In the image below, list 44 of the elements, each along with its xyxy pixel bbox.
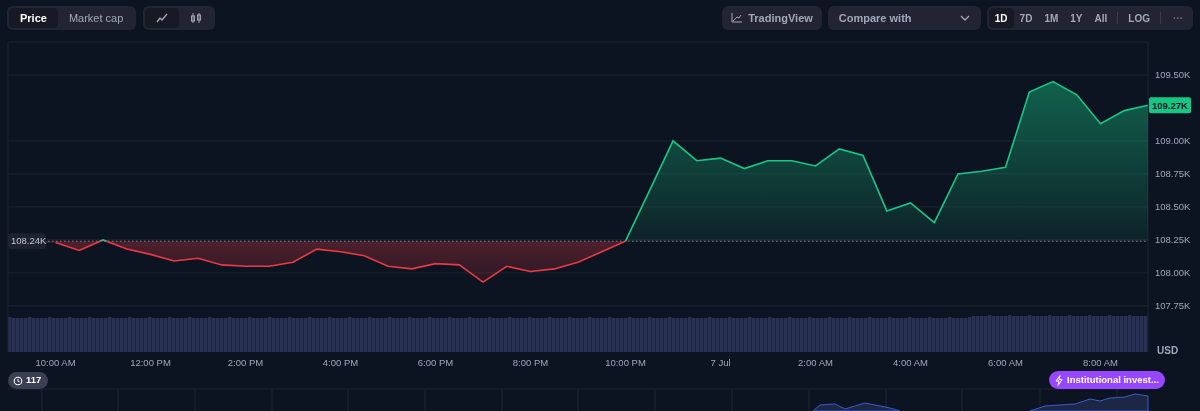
series-tab[interactable]: Price <box>9 8 58 28</box>
range-tab[interactable]: 1D <box>988 8 1014 28</box>
chevron-down-icon <box>959 15 970 21</box>
x-axis-label: 6:00 PM <box>417 357 454 368</box>
tradingview-button[interactable]: TradingView <box>722 6 822 30</box>
x-axis-label: 6:00 AM <box>988 357 1023 368</box>
range-tab[interactable]: 7D <box>1013 8 1039 28</box>
chart-axis-icon <box>731 13 743 23</box>
x-axis-label: 8:00 PM <box>512 357 549 368</box>
history-icon <box>13 375 23 386</box>
y-axis-label: 108.75K <box>1155 167 1191 179</box>
x-axis-label: 10:00 PM <box>605 357 646 368</box>
candlestick-icon <box>190 12 203 24</box>
baseline-label: 108.24K <box>8 233 47 250</box>
news-badge[interactable]: Institutional invest... <box>1049 371 1165 389</box>
x-axis-label: 4:00 AM <box>893 357 928 368</box>
x-axis-label: 2:00 PM <box>227 357 264 368</box>
range-tab[interactable]: 1Y <box>1064 8 1089 28</box>
event-count-badge[interactable]: 117 <box>8 372 49 389</box>
range-tab[interactable]: All <box>1088 8 1114 28</box>
x-axis-label: 12:00 PM <box>130 357 171 368</box>
compare-field[interactable]: Compare with <box>838 9 949 27</box>
compare-dropdown[interactable]: Compare with <box>827 6 981 30</box>
last-price-label: 109.27K <box>1149 97 1191 114</box>
x-axis-label: 7 Jul <box>710 357 731 368</box>
y-axis-label: 109.00K <box>1155 134 1191 146</box>
x-axis-label: 4:00 PM <box>322 357 359 368</box>
x-axis-label: 2:00 AM <box>798 357 833 368</box>
line-chart-icon <box>156 13 169 23</box>
y-axis-label: 108.25K <box>1155 233 1191 245</box>
range-tab[interactable]: 1M <box>1038 8 1065 28</box>
x-axis-label: 10:00 AM <box>35 357 76 368</box>
y-axis-label: 109.50K <box>1155 69 1191 80</box>
chart-type-button[interactable] <box>145 8 180 28</box>
news-title: Institutional invest... <box>1067 372 1159 387</box>
y-axis-label: 108.00K <box>1155 266 1191 278</box>
log-button[interactable]: LOG <box>1122 10 1156 26</box>
series-tab[interactable]: Market cap <box>57 8 135 28</box>
event-count: 117 <box>26 373 42 388</box>
y-axis-label: 107.75K <box>1155 299 1191 311</box>
y-axis-label: 108.50K <box>1155 200 1191 212</box>
lightning-icon <box>1055 374 1063 386</box>
x-axis-label: 8:00 AM <box>1083 357 1118 368</box>
currency-label: USD <box>1157 345 1179 356</box>
